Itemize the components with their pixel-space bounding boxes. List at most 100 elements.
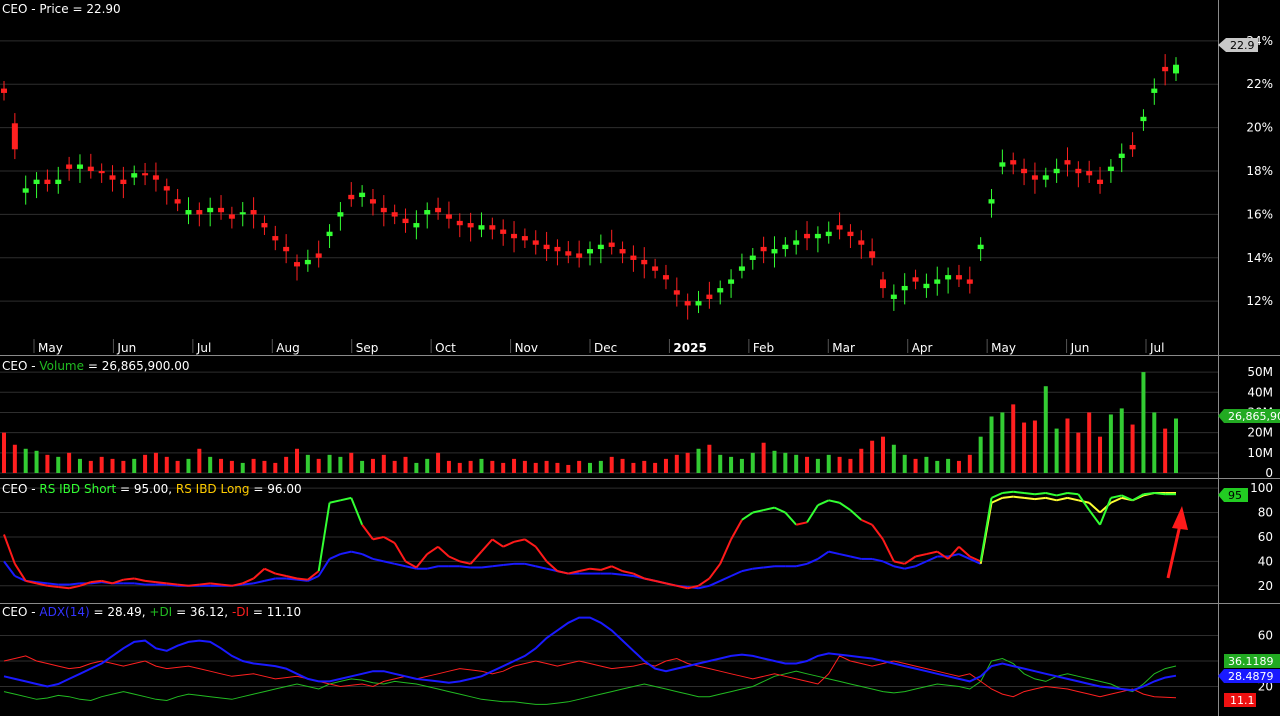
rs-short-line xyxy=(763,506,775,512)
price-candle-body xyxy=(359,192,366,198)
rs-long-line xyxy=(708,579,721,587)
volume-bar xyxy=(653,462,658,473)
rs-short-line xyxy=(47,584,59,589)
month-label: Mar xyxy=(832,341,855,355)
price-candle-body xyxy=(11,123,18,150)
price-candle-body xyxy=(630,255,637,260)
volume-bar xyxy=(381,454,386,473)
rs-short-line xyxy=(644,577,656,582)
price-candle-body xyxy=(315,253,322,258)
price-candle-body xyxy=(717,288,724,293)
price-candle-body xyxy=(402,218,409,224)
volume-bar xyxy=(555,462,560,473)
volume-bar xyxy=(425,458,430,473)
price-last-tag-text: 22.9 xyxy=(1230,39,1255,52)
price-candle-body xyxy=(1086,171,1093,176)
rs-long-line xyxy=(1002,495,1014,499)
rs-long-line xyxy=(719,575,732,582)
price-candle-body xyxy=(326,231,333,237)
price-candle-body xyxy=(294,262,300,267)
price-axis: 24%22%20%18%16%14%12% xyxy=(1246,34,1273,308)
volume-bar xyxy=(121,460,126,473)
price-candle-body xyxy=(98,171,105,174)
month-label: Nov xyxy=(515,341,538,355)
rs-long-line xyxy=(925,555,938,563)
price-candle-body xyxy=(261,223,268,228)
price-tick-label: 16% xyxy=(1246,207,1273,221)
rs-short-line xyxy=(188,583,200,587)
price-candle-body xyxy=(793,240,800,245)
volume-bar xyxy=(316,458,321,473)
price-tick-label: 18% xyxy=(1246,164,1273,178)
volume-bar xyxy=(718,454,723,473)
volume-bar xyxy=(522,460,527,473)
price-candle-body xyxy=(196,210,203,215)
rs-short-line xyxy=(578,567,591,573)
volume-bar xyxy=(924,456,929,473)
price-candle-body xyxy=(1031,175,1038,180)
rs-long-line xyxy=(1013,495,1025,499)
rs-short-line xyxy=(1132,493,1144,502)
price-candle-body xyxy=(174,199,181,204)
rs-long-line xyxy=(1023,496,1036,501)
volume-last-tag: 26,865,90 xyxy=(1218,409,1280,423)
price-candle-body xyxy=(1097,179,1104,185)
price-candle-body xyxy=(880,279,886,289)
volume-bar xyxy=(902,454,907,473)
volume-bar xyxy=(479,458,484,473)
volume-bar xyxy=(783,452,788,473)
volume-bar xyxy=(414,462,419,473)
rs-short-line xyxy=(947,546,960,560)
price-candle-body xyxy=(1140,116,1147,122)
volume-bar xyxy=(1022,422,1027,473)
volume-bar xyxy=(891,444,896,473)
volume-bar xyxy=(229,460,234,473)
price-candle-body xyxy=(652,266,659,271)
price-ticker: CEO xyxy=(2,2,27,16)
rs-short-line xyxy=(904,555,917,565)
rs-tick-label: 60 xyxy=(1258,530,1273,544)
rs-short-line xyxy=(926,550,938,556)
rs-long-line xyxy=(340,550,352,556)
rs-long-line xyxy=(503,562,515,567)
annotation-arrow xyxy=(1166,506,1188,579)
rs-panel-title: CEO - RS IBD Short = 95.00, RS IBD Long … xyxy=(2,482,302,496)
price-candle-body xyxy=(250,210,257,215)
month-label: Jun xyxy=(1070,341,1090,355)
stock-chart: 24%22%20%18%16%14%12% May Jun Jul Aug Sep Oct… xyxy=(0,0,1280,716)
volume-bar xyxy=(956,460,961,473)
rs-tick-label: 100 xyxy=(1250,481,1273,495)
volume-bar xyxy=(566,464,571,473)
price-panel-title: CEO - Price = 22.90 xyxy=(2,2,121,16)
price-candle-body xyxy=(228,214,235,219)
volume-bar xyxy=(1152,412,1157,473)
adx-tick-label: 60 xyxy=(1258,629,1273,643)
price-candle-body xyxy=(662,275,669,280)
volume-bar xyxy=(446,460,451,473)
price-candle-body xyxy=(999,162,1006,167)
volume-bar xyxy=(1163,428,1168,473)
price-candles xyxy=(1,54,1179,320)
volume-bar xyxy=(1130,424,1135,473)
rs-long-line xyxy=(991,496,1003,504)
adx-label: ADX(14) xyxy=(39,605,89,619)
volume-tick-label: 10M xyxy=(1247,446,1273,460)
volume-bar xyxy=(989,416,994,473)
volume-bar xyxy=(577,460,582,473)
volume-panel-title: CEO - Volume = 26,865,900.00 xyxy=(2,359,190,373)
mdi-value: = 11.10 xyxy=(253,605,301,619)
volume-bar xyxy=(143,454,148,473)
rs-short-line xyxy=(817,499,830,507)
rs-short-line xyxy=(774,506,786,514)
price-candle-body xyxy=(1151,88,1158,93)
price-candle-body xyxy=(847,231,854,237)
rs-long-line xyxy=(3,560,16,577)
volume-bar xyxy=(208,456,213,473)
rs-long-line xyxy=(253,579,265,585)
month-label: Oct xyxy=(435,341,456,355)
volume-tick-label: 40M xyxy=(1247,385,1273,399)
mdi-tag-text: 11.1 xyxy=(1230,694,1255,707)
volume-bar xyxy=(1098,436,1103,473)
volume-bar xyxy=(262,460,267,473)
rs-long-value: = 96.00 xyxy=(253,482,301,496)
